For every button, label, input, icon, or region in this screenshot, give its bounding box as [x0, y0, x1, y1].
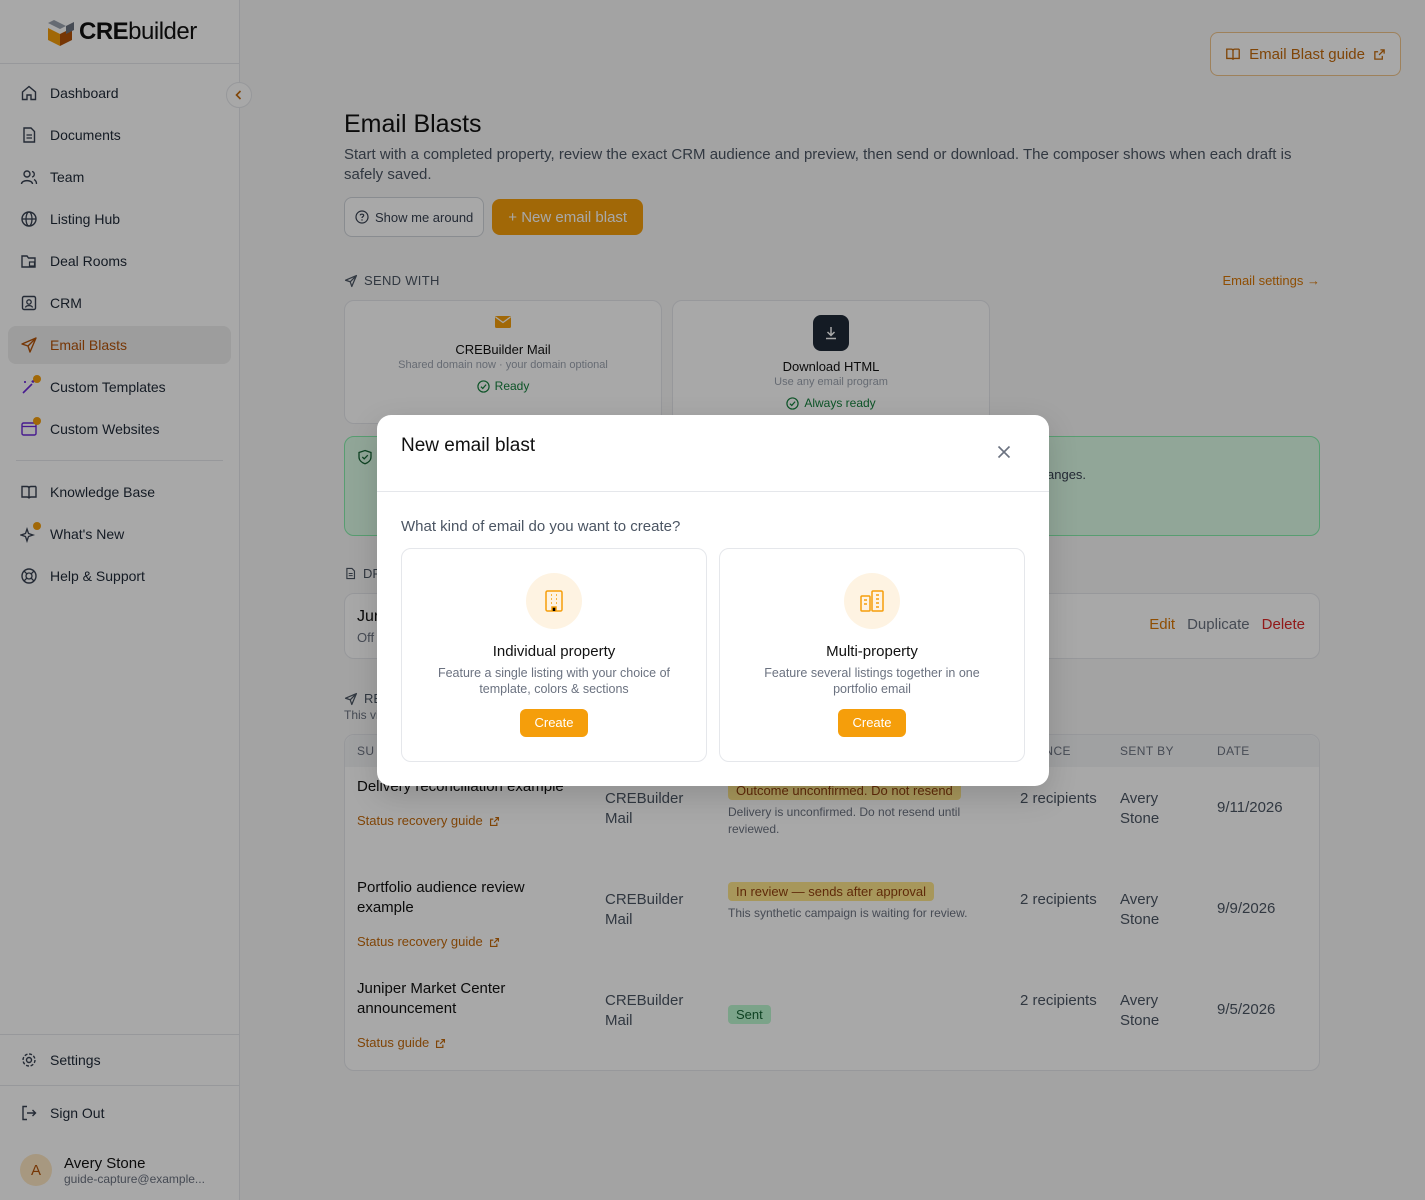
option-description: Feature several listings together in one… — [764, 666, 980, 696]
option-multi-property[interactable]: Multi-property Feature several listings … — [719, 548, 1025, 762]
close-icon — [997, 445, 1011, 459]
close-dialog-button[interactable] — [995, 443, 1013, 461]
buildings-icon — [844, 573, 900, 629]
option-title: Individual property — [492, 643, 616, 660]
building-icon — [526, 573, 582, 629]
create-multi-property-button[interactable]: Create — [838, 709, 906, 737]
option-title: Multi-property — [826, 643, 918, 660]
option-description: Feature a single listing with your choic… — [437, 666, 671, 696]
create-individual-property-button[interactable]: Create — [520, 709, 588, 737]
dialog-question: What kind of email do you want to create… — [401, 518, 681, 535]
option-individual-property[interactable]: Individual property Feature a single lis… — [401, 548, 707, 762]
dialog-title: New email blast — [401, 435, 536, 456]
new-email-blast-dialog: New email blast What kind of email do yo… — [377, 415, 1049, 786]
